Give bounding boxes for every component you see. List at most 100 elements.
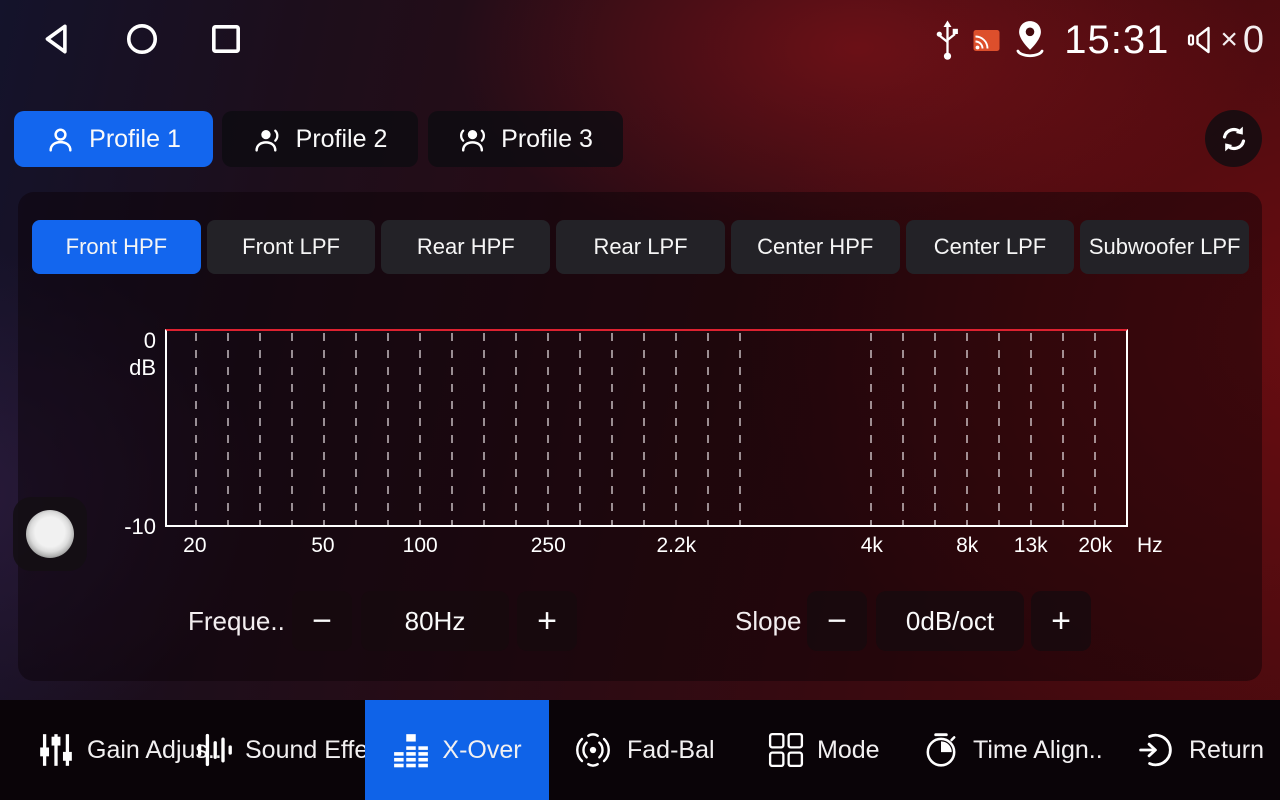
plot-gridline [483, 333, 485, 525]
y-axis-label-0: 0 [112, 328, 156, 354]
plot-gridline [966, 333, 968, 525]
volume-value: 0 [1243, 19, 1264, 62]
tab-rear-lpf[interactable]: Rear LPF [556, 220, 725, 274]
clock: 15:31 [1064, 0, 1169, 80]
plot-gridline [998, 333, 1000, 525]
nav-gain-adjust[interactable]: Gain Adjus.. [38, 700, 222, 800]
profile-tab-label: Profile 1 [89, 125, 181, 154]
x-tick-label: 50 [311, 534, 334, 558]
plot-xticks: 20 50 100 250 2.2k 4k 8k 13k 20k [165, 534, 1128, 560]
x-tick-label: 2.2k [656, 534, 696, 558]
refresh-icon [1218, 123, 1250, 155]
x-tick-label: 20k [1078, 534, 1112, 558]
status-bar: 15:31 × 0 [0, 0, 1280, 80]
plot-gridline [1062, 333, 1064, 525]
response-plot [165, 329, 1128, 527]
plot-gridline [934, 333, 936, 525]
profile-tab-3[interactable]: Profile 3 [428, 111, 623, 167]
tab-center-hpf[interactable]: Center HPF [731, 220, 900, 274]
y-axis-label-min10: -10 [104, 514, 156, 540]
nav-mode[interactable]: Mode [768, 700, 880, 800]
plot-gridline [291, 333, 293, 525]
person-double-wave-icon [458, 125, 487, 154]
tab-rear-hpf[interactable]: Rear HPF [381, 220, 550, 274]
plot-gridline [259, 333, 261, 525]
mode-grid-icon [768, 732, 804, 768]
nav-label: Mode [817, 736, 880, 765]
nav-xover[interactable]: X-Over [365, 700, 549, 800]
person-wave-icon [253, 125, 282, 154]
profile-tab-label: Profile 2 [296, 125, 388, 154]
plot-gridline [419, 333, 421, 525]
floating-knob[interactable] [13, 497, 87, 571]
slope-label: Slope [735, 591, 802, 651]
nav-time-align[interactable]: Time Align.. [922, 700, 1103, 800]
x-tick-label: 8k [956, 534, 978, 558]
usb-icon [934, 19, 961, 61]
plot-gridline [355, 333, 357, 525]
bottom-nav-bar: Gain Adjus.. Sound Effe.. X-Over [0, 700, 1280, 800]
x-tick-label: 100 [403, 534, 438, 558]
plot-gridline [387, 333, 389, 525]
profile-tab-label: Profile 3 [501, 125, 593, 154]
plot-gridline [675, 333, 677, 525]
plot-gridline [870, 333, 872, 525]
x-tick-label: 13k [1014, 534, 1048, 558]
nav-label: X-Over [442, 736, 521, 765]
back-icon[interactable] [40, 21, 76, 57]
x-tick-label: 4k [861, 534, 883, 558]
x-tick-label: 250 [531, 534, 566, 558]
gain-sliders-icon [38, 731, 74, 769]
filter-tab-row: Front HPF Front LPF Rear HPF Rear LPF Ce… [32, 220, 1249, 274]
refresh-button[interactable] [1205, 110, 1262, 167]
nav-fad-bal[interactable]: Fad-Bal [572, 700, 715, 800]
slope-minus-button[interactable]: − [807, 591, 867, 651]
slope-value: 0dB/oct [876, 591, 1024, 651]
tab-subwoofer-lpf[interactable]: Subwoofer LPF [1080, 220, 1249, 274]
profile-tab-2[interactable]: Profile 2 [222, 111, 418, 167]
recents-icon[interactable] [208, 21, 244, 57]
knob-circle-icon [26, 510, 74, 558]
nav-return[interactable]: Return [1138, 700, 1264, 800]
frequency-minus-button[interactable]: − [292, 591, 352, 651]
plot-gridline [611, 333, 613, 525]
plot-gridline [902, 333, 904, 525]
fader-balance-waves-icon [572, 729, 614, 771]
person-icon [46, 125, 75, 154]
slope-plus-button[interactable]: + [1031, 591, 1091, 651]
equalizer-segments-icon [392, 731, 430, 769]
tab-front-lpf[interactable]: Front LPF [207, 220, 376, 274]
x-axis-unit: Hz [1137, 534, 1163, 558]
frequency-label: Freque.. [188, 591, 285, 651]
plot-gridline [515, 333, 517, 525]
nav-sound-effects[interactable]: Sound Effe.. [196, 700, 382, 800]
plot-gridline [451, 333, 453, 525]
return-arrow-icon [1138, 731, 1176, 769]
plot-gridline [195, 333, 197, 525]
frequency-plus-button[interactable]: + [517, 591, 577, 651]
home-icon[interactable] [124, 21, 160, 57]
plot-gridline [1030, 333, 1032, 525]
speaker-muted-icon [1185, 20, 1215, 60]
plot-gridline [1094, 333, 1096, 525]
profile-tab-1[interactable]: Profile 1 [14, 111, 213, 167]
tab-center-lpf[interactable]: Center LPF [906, 220, 1075, 274]
xover-panel: Front HPF Front LPF Rear HPF Rear LPF Ce… [18, 192, 1262, 681]
sound-effect-bars-icon [196, 732, 232, 768]
x-tick-label: 20 [183, 534, 206, 558]
frequency-value: 80Hz [361, 591, 509, 651]
plot-gridline [323, 333, 325, 525]
nav-label: Return [1189, 736, 1264, 765]
tab-front-hpf[interactable]: Front HPF [32, 220, 201, 274]
location-icon [1012, 19, 1048, 62]
plot-gridline [579, 333, 581, 525]
y-axis-unit: dB [112, 355, 156, 381]
nav-label: Time Align.. [973, 736, 1103, 765]
nav-label: Sound Effe.. [245, 736, 382, 765]
cast-icon [973, 29, 1000, 52]
nav-label: Fad-Bal [627, 736, 715, 765]
plot-gridline [227, 333, 229, 525]
volume-status: × 0 [1185, 19, 1264, 62]
stopwatch-icon [922, 731, 960, 769]
plot-gridline [643, 333, 645, 525]
